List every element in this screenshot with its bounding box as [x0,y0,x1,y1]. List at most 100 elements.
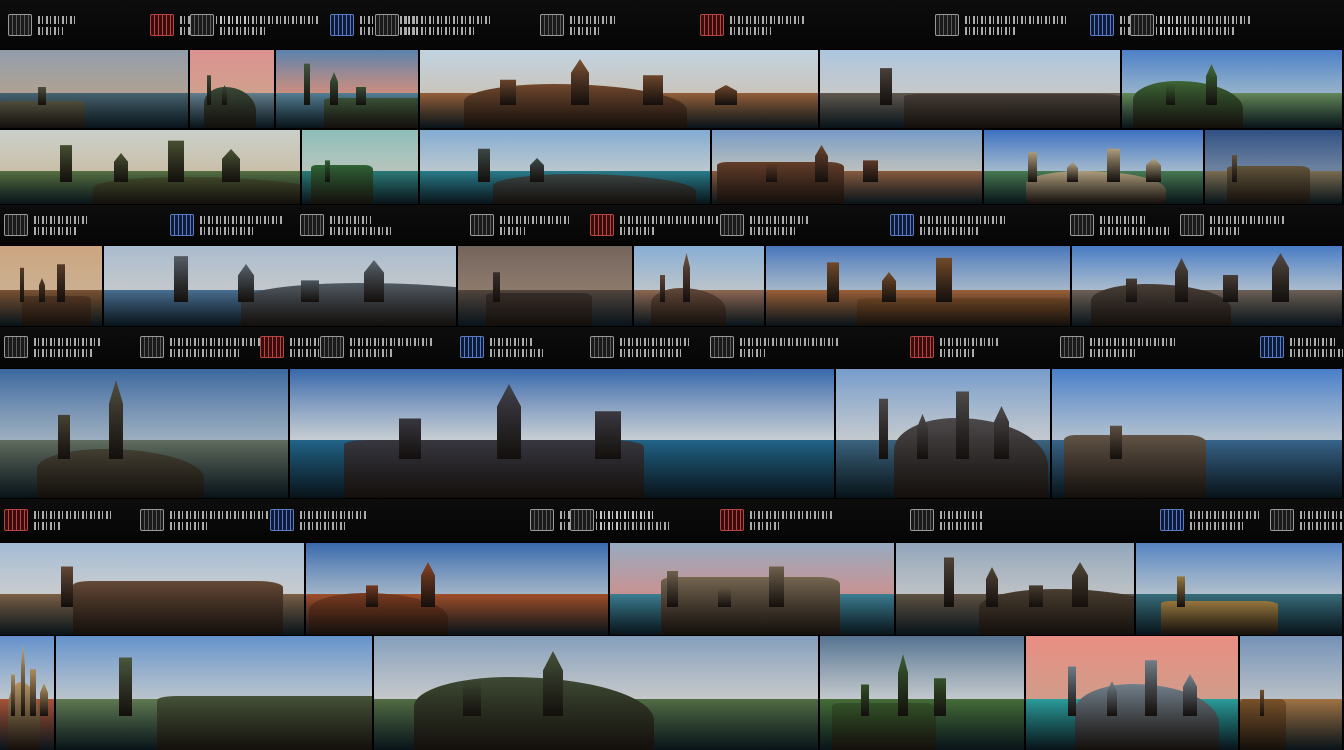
photo-tile-red-canyon[interactable] [305,542,609,636]
caption-label [140,508,278,532]
photo-tile-gothic-sea-spires[interactable] [289,368,835,499]
photo-tile-highland-valley[interactable] [0,129,301,205]
illegible-caption-text [1190,521,1243,530]
land-mass [241,282,456,326]
building-silhouette [1028,152,1037,182]
photo-tile-palm-courtyard[interactable] [55,635,373,750]
pictogram-icon [590,336,614,358]
photo-tile-ruins-closeup[interactable] [457,245,633,327]
photo-tile-seaside-towers[interactable] [1051,368,1343,499]
pictogram-icon [720,214,744,236]
illegible-caption-text [170,521,207,530]
illegible-caption-text [1300,521,1344,530]
photo-tile-desert-fort[interactable] [765,245,1071,327]
photo-tile-stone-monument[interactable] [1204,129,1343,205]
photo-tile-rock-island-lagoon[interactable] [419,129,711,205]
photo-tile-pink-sunset-sea[interactable] [189,49,275,129]
building-silhouette [364,260,384,302]
photo-tile-temple-colonnade[interactable] [895,542,1135,636]
illegible-caption-text [620,226,656,235]
photo-tile-shore-ruins[interactable] [0,368,289,499]
pictogram-icon [140,336,164,358]
illegible-caption-text [965,15,1068,24]
illegible-caption-text [220,15,318,24]
building-silhouette [994,406,1009,459]
illegible-caption-text [1300,510,1344,519]
caption-label [300,213,394,237]
photo-tile-spire-rocks[interactable] [835,368,1051,499]
building-silhouette [815,145,828,182]
illegible-caption-text [730,15,804,24]
illegible-caption-text [200,226,253,235]
building-silhouette [421,562,435,607]
illegible-caption-text [34,337,100,346]
pictogram-icon [375,14,399,36]
caption-label [375,13,491,37]
building-silhouette [530,158,544,182]
illegible-caption-text [170,337,265,346]
illegible-caption-text [405,26,474,35]
photo-tile-moorish-courtyard[interactable] [419,49,819,129]
illegible-caption-text [1190,510,1262,519]
building-silhouette [1107,148,1120,182]
illegible-caption-text [34,521,60,530]
photo-tile-grand-cathedral[interactable] [0,542,305,636]
building-silhouette [500,79,516,105]
photo-tile-coastal-city-panorama[interactable] [1071,245,1343,327]
pictogram-icon [910,336,934,358]
building-silhouette [1110,425,1122,459]
building-silhouette [1068,666,1076,716]
land-mass [1133,81,1243,128]
caption-label [720,213,808,237]
building-silhouette [168,140,184,182]
illegible-caption-text [170,348,240,357]
building-silhouette [119,657,132,716]
photo-tile-old-town[interactable] [633,245,765,327]
illegible-caption-text [750,521,781,530]
land-mass [22,296,91,326]
caption-strip [0,0,1344,50]
photo-tile-green-park-coast[interactable] [1121,49,1343,129]
building-silhouette [1175,258,1188,302]
building-silhouette [1177,576,1185,607]
photo-tile-turquoise-resort[interactable] [1025,635,1239,750]
photo-tile-monument-field[interactable] [373,635,819,750]
caption-label [890,213,1007,237]
photo-tile-cathedral-city[interactable] [819,49,1121,129]
photo-tile-harbor-towers[interactable] [609,542,895,636]
illegible-caption-text [620,337,691,346]
pictogram-icon [910,509,934,531]
illegible-caption-text [34,226,76,235]
illegible-caption-text [940,337,999,346]
caption-label [470,213,570,237]
illegible-caption-text [1090,348,1137,357]
illegible-caption-text [1090,337,1178,346]
photo-tile-sand-sculpture[interactable] [1239,635,1343,750]
caption-label [4,508,113,532]
illegible-caption-text [620,215,719,224]
building-silhouette [1232,155,1237,182]
photo-tile-lighthouse-shore[interactable] [0,49,189,129]
photo-tile-carved-statue[interactable] [0,245,103,327]
pictogram-icon [1180,214,1204,236]
photo-tile-red-museum-coast[interactable] [0,635,55,750]
photo-tile-skyline-harbor[interactable] [103,245,457,327]
pictogram-icon [4,336,28,358]
pictogram-icon [590,214,614,236]
photo-tile-palm-island-dusk[interactable] [275,49,419,129]
building-silhouette [1126,278,1137,302]
illegible-caption-text [1100,226,1169,235]
pictogram-icon [170,214,194,236]
pictogram-icon [700,14,724,36]
photo-tile-green-hill[interactable] [819,635,1025,750]
illegible-caption-text [290,348,321,357]
land-mass [1063,434,1206,498]
photo-tile-golden-pagoda[interactable] [1135,542,1343,636]
building-silhouette [222,149,240,182]
photo-tile-sandy-bay[interactable] [983,129,1204,205]
caption-label [1270,508,1344,532]
caption-label [320,335,433,359]
land-mass [904,94,1120,128]
photo-tile-green-islet[interactable] [301,129,419,205]
photo-tile-palace-terrace[interactable] [711,129,983,205]
